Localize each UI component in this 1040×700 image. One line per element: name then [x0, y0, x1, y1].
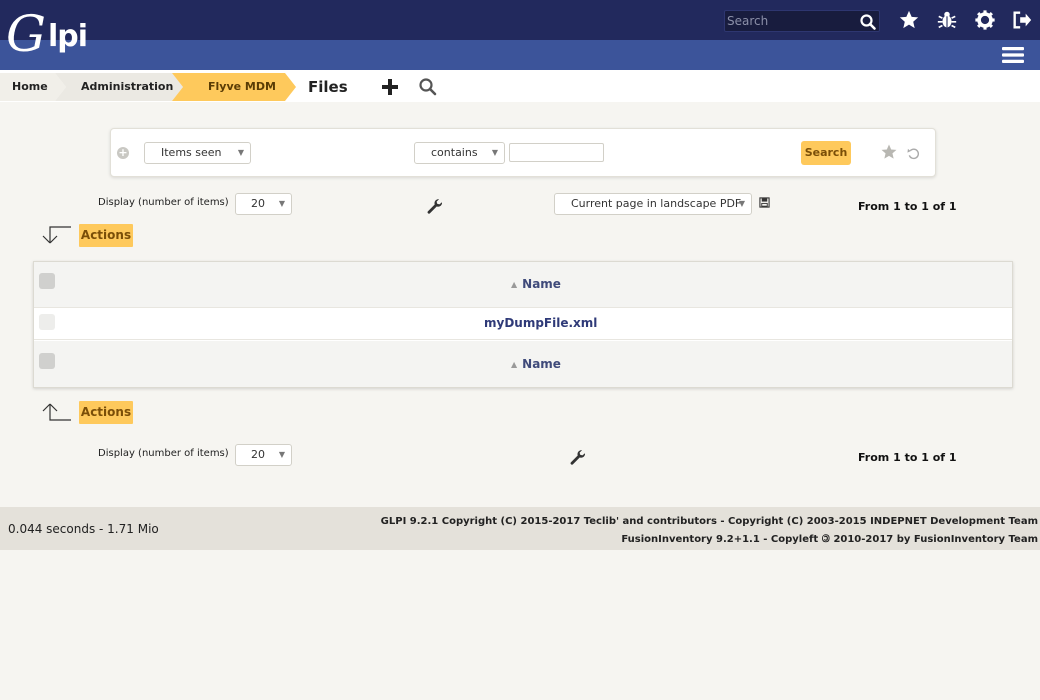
- criteria-operator-select[interactable]: contains ▼: [414, 142, 505, 164]
- add-criterion-icon[interactable]: +: [117, 147, 129, 159]
- global-search-box[interactable]: [724, 10, 880, 32]
- display-count-label-bottom: Display (number of items): [98, 448, 229, 459]
- file-name-link[interactable]: myDumpFile.xml: [484, 316, 597, 330]
- reset-icon[interactable]: [907, 147, 920, 160]
- select-all-checkbox[interactable]: [39, 273, 55, 289]
- global-search-input[interactable]: [727, 13, 853, 29]
- pager-info-bottom: From 1 to 1 of 1: [858, 451, 957, 464]
- sort-asc-icon: ▲: [511, 280, 518, 289]
- arrow-up-icon: [40, 402, 72, 422]
- copyleft-icon: 🄯: [821, 534, 830, 545]
- chevron-down-icon: ▼: [278, 450, 285, 459]
- save-export-icon[interactable]: [759, 197, 770, 208]
- display-count-select[interactable]: 20 ▼: [235, 193, 292, 215]
- logout-icon[interactable]: [1011, 9, 1033, 31]
- breadcrumb-files[interactable]: Files: [308, 73, 348, 101]
- wrench-icon[interactable]: [569, 449, 587, 467]
- search-icon[interactable]: [859, 13, 877, 31]
- arrow-down-icon: [40, 225, 72, 245]
- glpi-copyright[interactable]: GLPI 9.2.1 Copyright (C) 2015-2017 Tecli…: [381, 516, 1038, 527]
- chevron-down-icon: ▼: [738, 199, 745, 208]
- chevron-down-icon: ▼: [278, 199, 285, 208]
- wrench-icon[interactable]: [426, 198, 444, 216]
- criteria-field-value: Items seen: [161, 146, 222, 159]
- menu-icon[interactable]: [1002, 45, 1024, 65]
- chevron-down-icon: ▼: [491, 148, 498, 157]
- star-icon[interactable]: [898, 9, 920, 31]
- bug-icon[interactable]: [936, 9, 958, 31]
- gear-icon[interactable]: [974, 9, 996, 31]
- display-count-label: Display (number of items): [98, 197, 229, 208]
- export-format-value: Current page in landscape PDF: [571, 197, 742, 210]
- save-search-star-icon[interactable]: [880, 143, 898, 161]
- column-name-header[interactable]: ▲ Name: [511, 277, 561, 291]
- pager-info: From 1 to 1 of 1: [858, 200, 957, 213]
- performance-info: 0.044 seconds - 1.71 Mio: [8, 522, 159, 536]
- criteria-operator-value: contains: [431, 146, 478, 159]
- criteria-value-input[interactable]: [509, 143, 604, 162]
- search-list-icon[interactable]: [418, 77, 438, 97]
- breadcrumb-flyve-mdm[interactable]: Flyve MDM: [196, 73, 276, 101]
- top-bar: [0, 0, 1040, 40]
- glpi-logo[interactable]: G lpi: [6, 8, 106, 64]
- breadcrumb-home[interactable]: Home: [0, 73, 48, 101]
- chevron-down-icon: ▼: [237, 148, 244, 157]
- add-icon[interactable]: [380, 77, 400, 97]
- display-count-value: 20: [251, 197, 265, 210]
- column-name-footer[interactable]: ▲ Name: [511, 357, 561, 371]
- row-checkbox[interactable]: [39, 314, 55, 330]
- search-button[interactable]: Search: [801, 141, 851, 165]
- actions-button-top[interactable]: Actions: [79, 224, 133, 247]
- fusioninventory-copyright[interactable]: FusionInventory 9.2+1.1 - Copyleft 🄯 201…: [621, 530, 1038, 545]
- select-all-checkbox-bottom[interactable]: [39, 353, 55, 369]
- export-format-select[interactable]: Current page in landscape PDF ▼: [554, 193, 752, 215]
- breadcrumb-administration[interactable]: Administration: [69, 73, 173, 101]
- criteria-field-select[interactable]: Items seen ▼: [144, 142, 251, 164]
- sub-bar: [0, 40, 1040, 70]
- display-count-select-bottom[interactable]: 20 ▼: [235, 444, 292, 466]
- sort-asc-icon: ▲: [511, 360, 518, 369]
- actions-button-bottom[interactable]: Actions: [79, 401, 133, 424]
- display-count-value: 20: [251, 448, 265, 461]
